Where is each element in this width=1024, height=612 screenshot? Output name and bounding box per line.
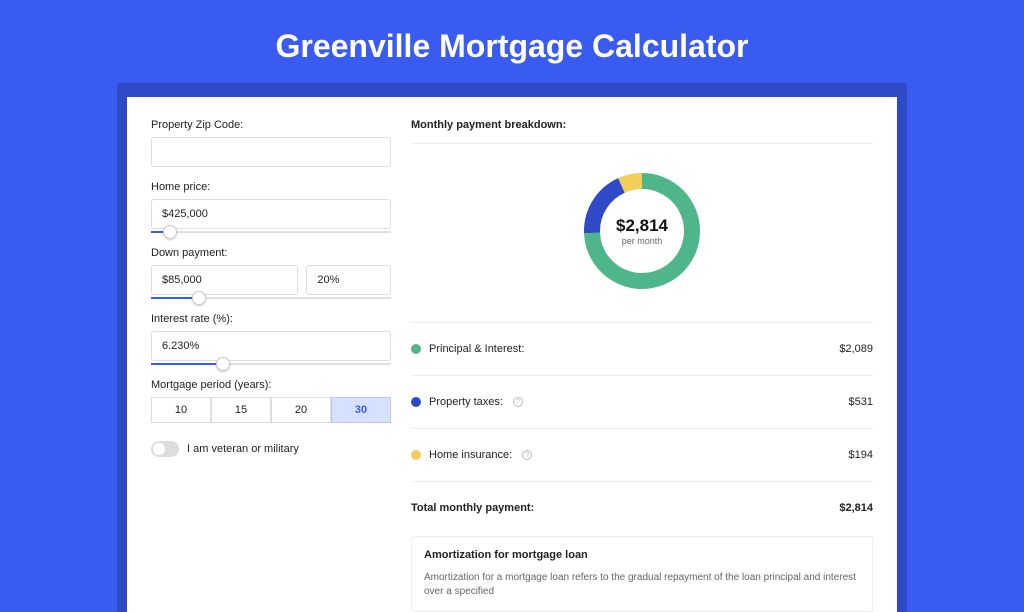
interest-slider[interactable] [151,363,391,365]
divider [411,481,873,482]
home-price-label: Home price: [151,181,391,193]
breakdown-title: Monthly payment breakdown: [411,119,873,131]
donut-center: $2,814 per month [577,166,707,296]
breakdown-rows: Principal & Interest: $2,089 Property taxe… [411,335,873,469]
breakdown-row: Principal & Interest: $2,089 [411,335,873,363]
period-button-30[interactable]: 30 [331,397,391,423]
amortization-panel: Amortization for mortgage loan Amortizat… [411,536,873,612]
down-payment-label: Down payment: [151,247,391,259]
interest-input[interactable] [151,331,391,361]
down-payment-pct-input[interactable] [306,265,391,295]
breakdown-label: Home insurance: [429,449,512,461]
breakdown-value: $194 [849,449,873,461]
divider [411,375,873,376]
legend-dot [411,344,421,354]
total-row: Total monthly payment: $2,814 [411,494,873,522]
calculator-card: Property Zip Code: Home price: Down paym… [127,97,897,612]
info-icon[interactable]: ? [513,397,523,407]
breakdown-column: Monthly payment breakdown: $2,814 per mo… [411,119,873,612]
home-price-input[interactable] [151,199,391,229]
veteran-label: I am veteran or military [187,443,299,455]
amort-body: Amortization for a mortgage loan refers … [424,571,860,599]
amort-title: Amortization for mortgage loan [424,549,860,561]
breakdown-value: $531 [849,396,873,408]
total-value: $2,814 [839,502,873,514]
page-title: Greenville Mortgage Calculator [0,0,1024,83]
breakdown-label: Principal & Interest: [429,343,524,355]
total-label: Total monthly payment: [411,502,534,514]
outer-panel: Property Zip Code: Home price: Down paym… [117,83,907,612]
divider [411,143,873,144]
slider-thumb[interactable] [163,225,177,239]
interest-group: Interest rate (%): [151,313,391,365]
divider [411,428,873,429]
period-buttons: 10152030 [151,397,391,423]
zip-input[interactable] [151,137,391,167]
breakdown-label: Property taxes: [429,396,503,408]
slider-thumb[interactable] [216,357,230,371]
breakdown-value: $2,089 [839,343,873,355]
toggle-knob [153,443,165,455]
legend-dot [411,397,421,407]
home-price-group: Home price: [151,181,391,233]
veteran-toggle[interactable] [151,441,179,457]
legend-dot [411,450,421,460]
home-price-slider[interactable] [151,231,391,233]
period-button-15[interactable]: 15 [211,397,271,423]
donut-container: $2,814 per month [411,156,873,310]
breakdown-row: Home insurance:? $194 [411,441,873,469]
zip-group: Property Zip Code: [151,119,391,167]
donut-value: $2,814 [616,216,668,236]
period-label: Mortgage period (years): [151,379,391,391]
divider [411,322,873,323]
donut-sublabel: per month [622,236,663,246]
period-button-20[interactable]: 20 [271,397,331,423]
period-button-10[interactable]: 10 [151,397,211,423]
breakdown-row: Property taxes:? $531 [411,388,873,416]
zip-label: Property Zip Code: [151,119,391,131]
down-payment-group: Down payment: [151,247,391,299]
down-payment-input[interactable] [151,265,298,295]
veteran-row: I am veteran or military [151,441,391,457]
donut-chart: $2,814 per month [577,166,707,296]
slider-fill [151,363,223,365]
interest-label: Interest rate (%): [151,313,391,325]
slider-thumb[interactable] [192,291,206,305]
period-group: Mortgage period (years): 10152030 [151,379,391,423]
down-payment-slider[interactable] [151,297,391,299]
info-icon[interactable]: ? [522,450,532,460]
inputs-column: Property Zip Code: Home price: Down paym… [151,119,391,612]
